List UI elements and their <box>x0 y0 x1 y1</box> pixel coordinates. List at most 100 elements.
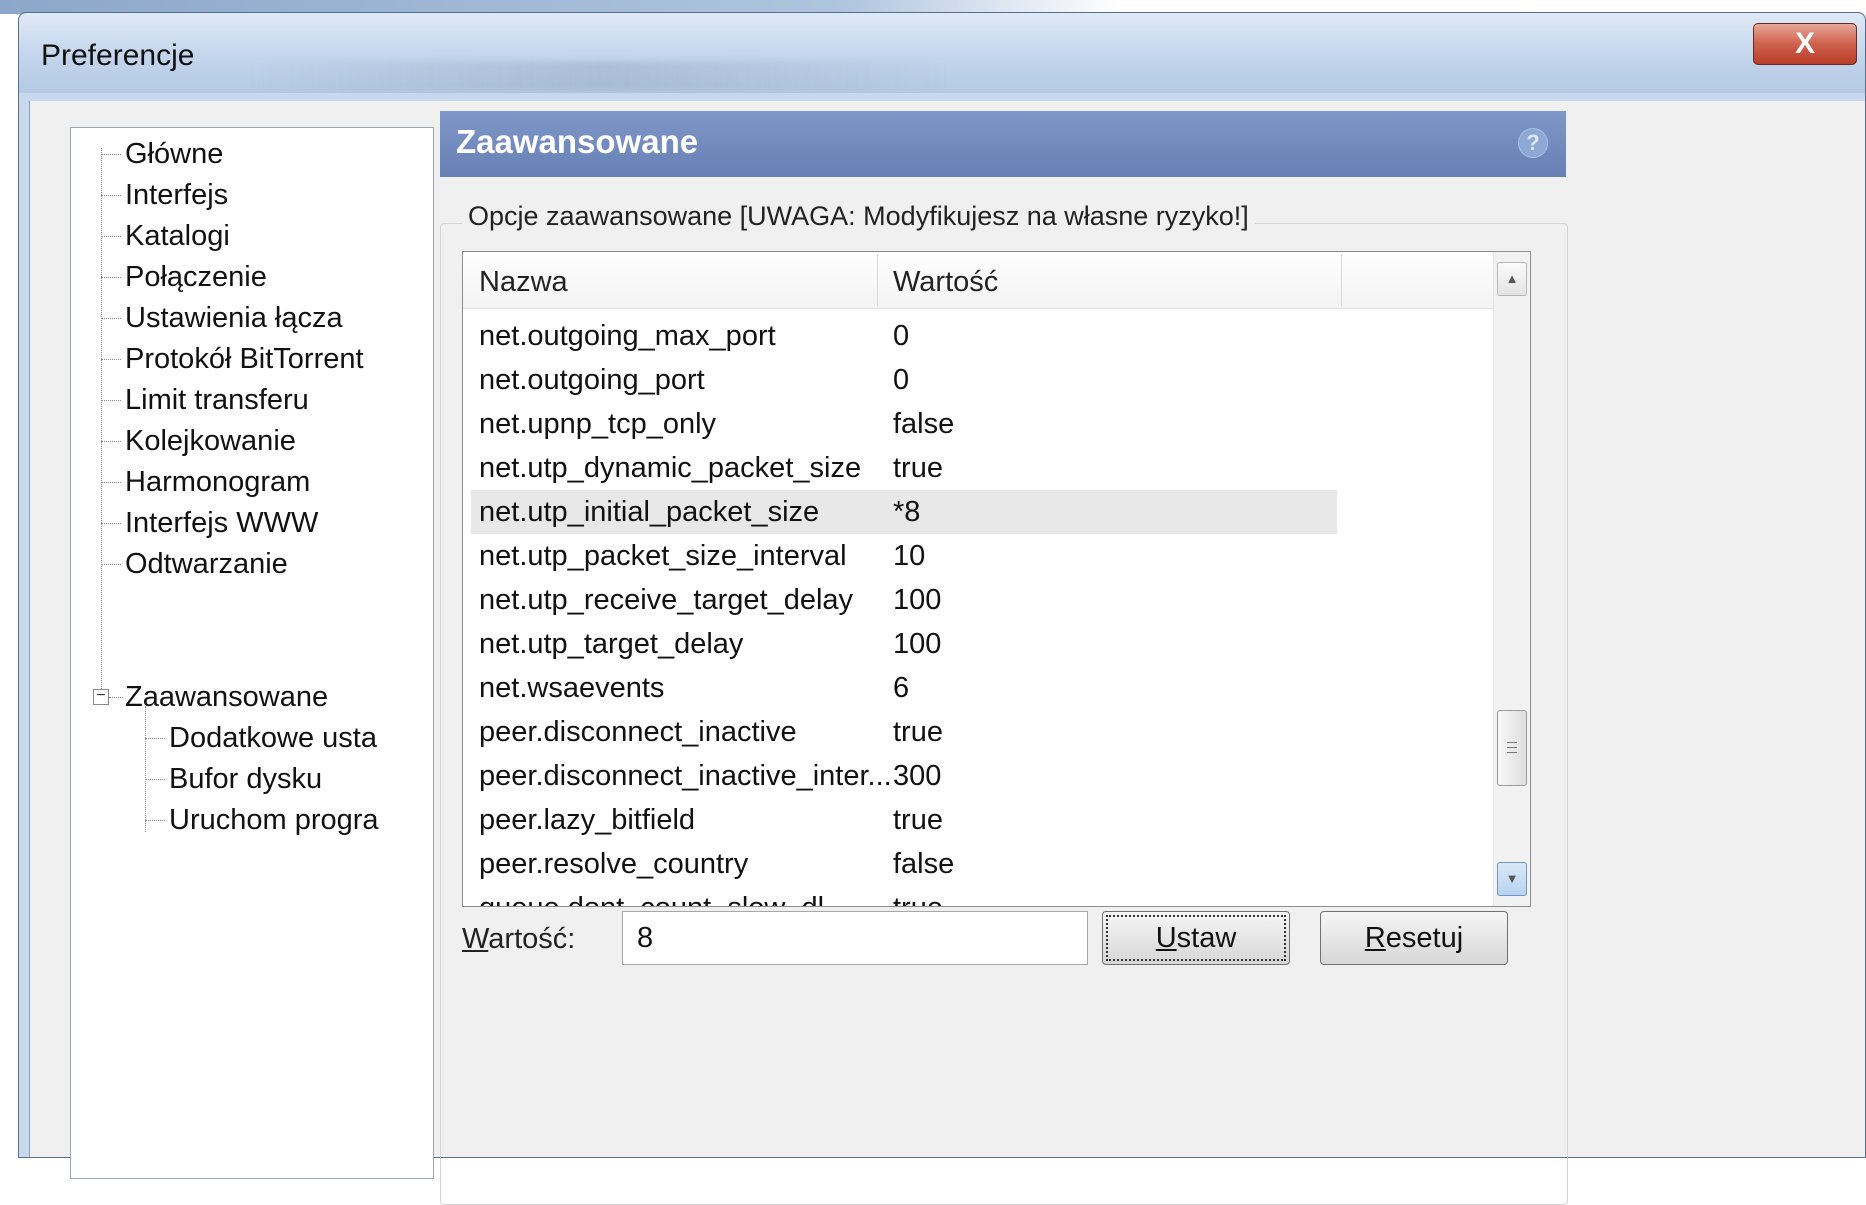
option-value: false <box>893 408 955 440</box>
tree-item-polaczenie[interactable]: Połączenie <box>125 257 267 297</box>
list-row[interactable]: net.outgoing_port 0 <box>463 358 1493 402</box>
list-row[interactable]: net.upnp_tcp_only false <box>463 402 1493 446</box>
preferences-dialog: Preferencje X Główne Interfejs Katalogi … <box>18 12 1866 1205</box>
list-row[interactable]: net.wsaevents 6 <box>463 666 1493 710</box>
value-label: Wartość: <box>462 923 575 956</box>
list-header: Nazwa Wartość <box>463 252 1493 309</box>
tree-connector <box>101 277 121 278</box>
close-icon: X <box>1794 27 1815 60</box>
option-name: peer.disconnect_inactive_inter... <box>479 760 892 792</box>
tree-item-ustawienia-lacza[interactable]: Ustawienia łącza <box>125 298 343 338</box>
value-input[interactable] <box>622 911 1088 965</box>
tree-connector <box>101 195 121 196</box>
tree-item-dodatkowe-ustawienia[interactable]: Dodatkowe usta <box>169 718 377 758</box>
list-row[interactable]: net.outgoing_max_port 0 <box>463 314 1493 358</box>
tree-connector <box>101 236 121 237</box>
tree-connector <box>101 564 121 565</box>
tree-item-zaawansowane[interactable]: Zaawansowane <box>125 677 328 717</box>
list-row[interactable]: peer.disconnect_inactive true <box>463 710 1493 754</box>
grip-line <box>1507 742 1517 743</box>
option-value: true <box>893 804 943 836</box>
tree-item-protokol-bittorrent[interactable]: Protokół BitTorrent <box>125 339 364 379</box>
tree-item-interfejs-www[interactable]: Interfejs WWW <box>125 503 318 543</box>
list-row[interactable]: net.utp_target_delay 100 <box>463 622 1493 666</box>
list-row[interactable]: net.utp_receive_target_delay 100 <box>463 578 1493 622</box>
set-button[interactable]: Ustaw <box>1102 911 1290 965</box>
tree-item-katalogi[interactable]: Katalogi <box>125 216 230 256</box>
list-row[interactable]: net.utp_packet_size_interval 10 <box>463 534 1493 578</box>
list-row[interactable]: queue.dont_count_slow_dl true <box>463 886 1493 906</box>
option-name: net.utp_packet_size_interval <box>479 540 847 572</box>
category-tree[interactable]: Główne Interfejs Katalogi Połączenie Ust… <box>70 127 434 1179</box>
tree-connector <box>145 779 165 780</box>
option-name: net.upnp_tcp_only <box>479 408 717 440</box>
list-row[interactable]: peer.lazy_bitfield true <box>463 798 1493 842</box>
scrollbar-thumb[interactable] <box>1497 710 1527 786</box>
option-name: peer.lazy_bitfield <box>479 804 696 836</box>
tree-item-kolejkowanie[interactable]: Kolejkowanie <box>125 421 296 461</box>
option-name: net.utp_initial_packet_size <box>479 496 820 528</box>
column-separator[interactable] <box>877 254 878 306</box>
set-button-mnemonic: U <box>1155 921 1177 954</box>
window-title: Preferencje <box>41 39 195 72</box>
option-name: peer.resolve_country <box>479 848 749 880</box>
list-row-selected[interactable]: net.utp_initial_packet_size *8 <box>463 490 1493 534</box>
scroll-up-icon[interactable]: ▲ <box>1497 262 1527 296</box>
advanced-options-list[interactable]: Nazwa Wartość net.outgoing_max_port 0 ne… <box>462 251 1531 907</box>
option-value: *8 <box>893 496 921 528</box>
column-separator[interactable] <box>1341 254 1342 306</box>
tree-connector <box>145 706 146 832</box>
tree-item-bufor-dysku[interactable]: Bufor dysku <box>169 759 322 799</box>
tree-connector <box>101 482 121 483</box>
set-button-label: staw <box>1176 921 1237 954</box>
option-name: queue.dont_count_slow_dl <box>479 892 824 906</box>
tree-connector <box>145 820 165 821</box>
collapse-toggle-icon[interactable]: − <box>93 688 109 705</box>
list-row[interactable]: peer.resolve_country false <box>463 842 1493 886</box>
option-name: peer.disconnect_inactive <box>479 716 797 748</box>
option-value: 10 <box>893 540 926 572</box>
tree-connector <box>145 738 165 739</box>
reset-button-mnemonic: R <box>1364 921 1386 954</box>
column-header-value[interactable]: Wartość <box>893 266 998 299</box>
tree-connector <box>101 441 121 442</box>
tree-item-uruchom-program[interactable]: Uruchom progra <box>169 800 379 840</box>
tree-connector <box>109 697 123 698</box>
grip-line <box>1507 752 1517 753</box>
option-value: 100 <box>893 584 942 616</box>
tree-connector <box>101 318 121 319</box>
option-value: false <box>893 848 955 880</box>
vertical-scrollbar[interactable]: ▲ ▼ <box>1493 252 1530 906</box>
option-name: net.outgoing_max_port <box>479 320 776 352</box>
option-value: true <box>893 716 943 748</box>
reset-button-label: esetuj <box>1385 921 1464 954</box>
help-icon[interactable]: ? <box>1518 128 1548 158</box>
tree-item-glowne[interactable]: Główne <box>125 134 223 174</box>
column-header-name[interactable]: Nazwa <box>479 266 568 299</box>
tree-item-odtwarzanie[interactable]: Odtwarzanie <box>125 544 288 584</box>
tree-item-harmonogram[interactable]: Harmonogram <box>125 462 310 502</box>
option-name: net.utp_receive_target_delay <box>479 584 854 616</box>
option-value: 300 <box>893 760 942 792</box>
close-button[interactable]: X <box>1753 23 1857 65</box>
option-value: 0 <box>893 320 910 352</box>
tree-item-interfejs[interactable]: Interfejs <box>125 175 228 215</box>
option-value: true <box>893 452 943 484</box>
tree-connector <box>101 359 121 360</box>
reset-button[interactable]: Resetuj <box>1320 911 1508 965</box>
option-name: net.utp_target_delay <box>479 628 744 660</box>
option-name: net.wsaevents <box>479 672 665 704</box>
list-row[interactable]: net.utp_dynamic_packet_size true <box>463 446 1493 490</box>
option-value: 0 <box>893 364 910 396</box>
panel-title: Zaawansowane <box>456 123 699 160</box>
tree-connector <box>101 400 121 401</box>
tree-item-limit-transferu[interactable]: Limit transferu <box>125 380 309 420</box>
tree-connector <box>101 154 121 155</box>
panel-header: Zaawansowane ? <box>440 111 1566 177</box>
list-row[interactable]: peer.disconnect_inactive_inter... 300 <box>463 754 1493 798</box>
title-bar[interactable]: Preferencje X <box>19 13 1865 93</box>
option-value: true <box>893 892 943 906</box>
option-name: net.outgoing_port <box>479 364 705 396</box>
option-name: net.utp_dynamic_packet_size <box>479 452 862 484</box>
scroll-down-icon[interactable]: ▼ <box>1497 862 1527 896</box>
